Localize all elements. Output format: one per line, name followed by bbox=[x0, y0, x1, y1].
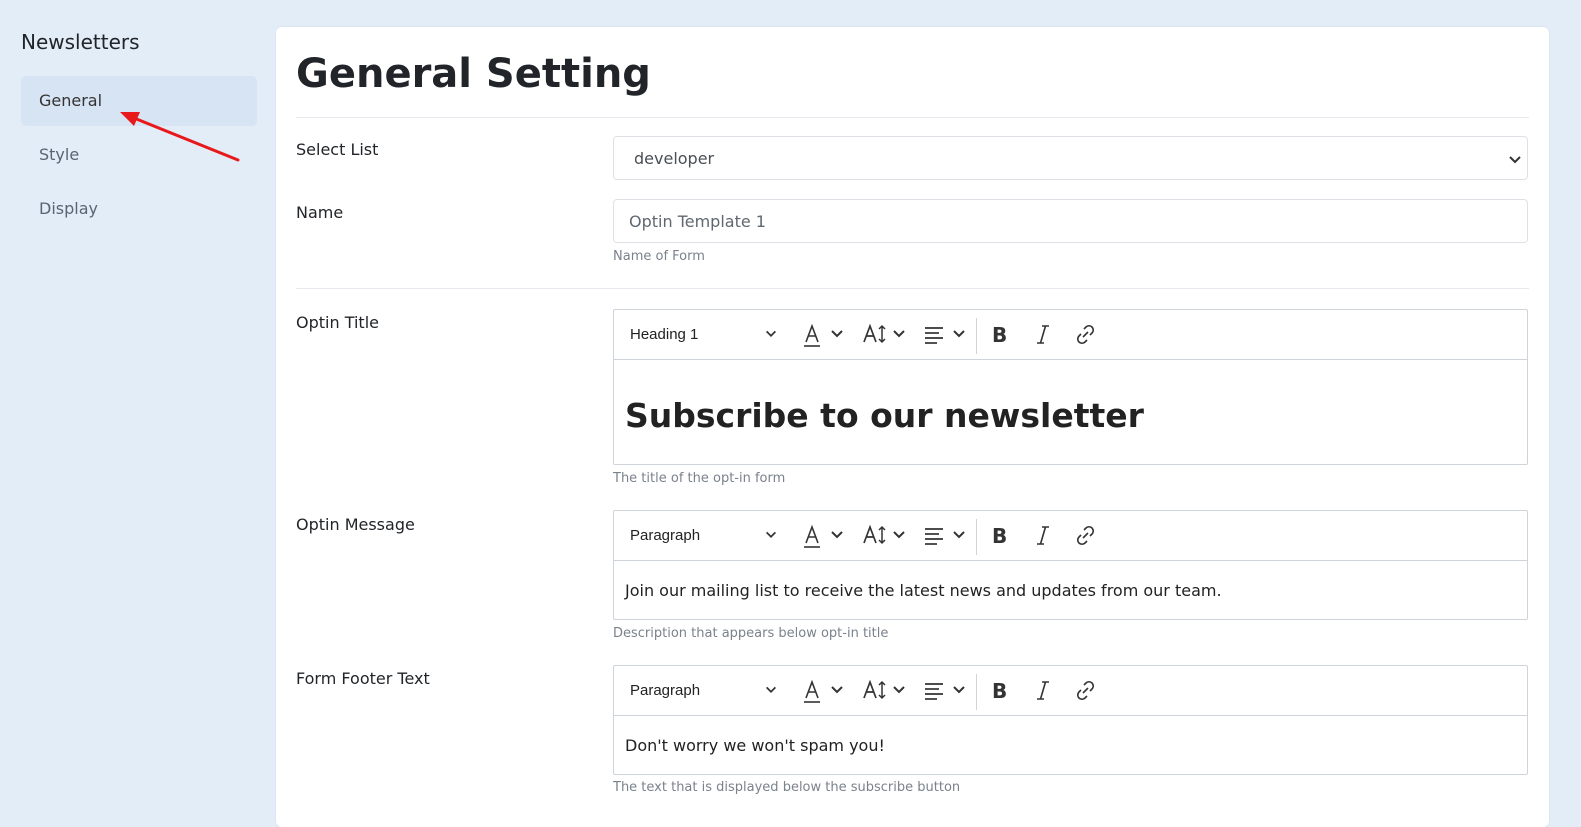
footer-text-help: The text that is displayed below the sub… bbox=[613, 780, 961, 795]
name-help: Name of Form bbox=[613, 249, 705, 264]
editor-toolbar: Paragraph B bbox=[614, 666, 1527, 716]
editor-content[interactable]: Join our mailing list to receive the lat… bbox=[614, 561, 1527, 619]
footer-text-label: Form Footer Text bbox=[296, 669, 430, 688]
sidebar-item-display[interactable]: Display bbox=[21, 184, 257, 234]
divider bbox=[296, 117, 1529, 118]
svg-text:B: B bbox=[992, 679, 1007, 703]
name-input-value: Optin Template 1 bbox=[629, 212, 766, 231]
font-size-icon[interactable] bbox=[862, 322, 912, 348]
align-icon[interactable] bbox=[923, 322, 971, 348]
optin-title-help: The title of the opt-in form bbox=[613, 471, 786, 486]
italic-icon[interactable] bbox=[1034, 678, 1052, 704]
footer-text-content: Don't worry we won't spam you! bbox=[625, 736, 885, 755]
sidebar: Newsletters General Style Display bbox=[21, 22, 257, 238]
select-list-dropdown[interactable]: developer bbox=[613, 136, 1528, 180]
editor-toolbar: Heading 1 B bbox=[614, 310, 1527, 360]
optin-message-editor: Paragraph B Join our mailing list to rec… bbox=[613, 510, 1528, 620]
bold-icon[interactable]: B bbox=[990, 523, 1012, 549]
optin-title-editor: Heading 1 B Subscribe to our newsletter bbox=[613, 309, 1528, 465]
font-color-icon[interactable] bbox=[802, 523, 850, 549]
optin-message-help: Description that appears below opt-in ti… bbox=[613, 626, 889, 641]
italic-icon[interactable] bbox=[1034, 322, 1052, 348]
editor-content[interactable]: Don't worry we won't spam you! bbox=[614, 716, 1527, 774]
sidebar-title: Newsletters bbox=[21, 30, 140, 54]
toolbar-separator bbox=[976, 519, 977, 555]
footer-text-editor: Paragraph B Don't worry we won't spam yo… bbox=[613, 665, 1528, 775]
format-select[interactable]: Paragraph bbox=[630, 527, 700, 544]
optin-title-content: Subscribe to our newsletter bbox=[625, 396, 1144, 435]
align-icon[interactable] bbox=[923, 523, 971, 549]
link-icon[interactable] bbox=[1074, 678, 1096, 704]
chevron-down-icon[interactable] bbox=[764, 528, 778, 542]
align-icon[interactable] bbox=[923, 678, 971, 704]
svg-text:B: B bbox=[992, 524, 1007, 548]
optin-message-content: Join our mailing list to receive the lat… bbox=[625, 581, 1222, 600]
select-list-value: developer bbox=[634, 149, 715, 168]
font-size-icon[interactable] bbox=[862, 678, 912, 704]
page-title: General Setting bbox=[296, 51, 651, 97]
font-color-icon[interactable] bbox=[802, 678, 850, 704]
toolbar-separator bbox=[976, 674, 977, 710]
divider bbox=[296, 288, 1529, 289]
font-color-icon[interactable] bbox=[802, 322, 850, 348]
name-label: Name bbox=[296, 203, 344, 222]
chevron-down-icon[interactable] bbox=[764, 683, 778, 697]
optin-title-label: Optin Title bbox=[296, 313, 379, 332]
format-select[interactable]: Paragraph bbox=[630, 682, 700, 699]
settings-card: General Setting Select List developer Na… bbox=[276, 27, 1549, 827]
link-icon[interactable] bbox=[1074, 523, 1096, 549]
editor-content[interactable]: Subscribe to our newsletter bbox=[614, 360, 1527, 464]
link-icon[interactable] bbox=[1074, 322, 1096, 348]
optin-message-label: Optin Message bbox=[296, 515, 415, 534]
editor-toolbar: Paragraph B bbox=[614, 511, 1527, 561]
bold-icon[interactable]: B bbox=[990, 678, 1012, 704]
name-input[interactable]: Optin Template 1 bbox=[613, 199, 1528, 243]
select-list-label: Select List bbox=[296, 140, 379, 159]
bold-icon[interactable]: B bbox=[990, 322, 1012, 348]
chevron-down-icon[interactable] bbox=[764, 327, 778, 341]
toolbar-separator bbox=[976, 318, 977, 354]
sidebar-item-style[interactable]: Style bbox=[21, 130, 257, 180]
format-select[interactable]: Heading 1 bbox=[630, 326, 698, 343]
chevron-down-icon bbox=[1509, 156, 1521, 164]
italic-icon[interactable] bbox=[1034, 523, 1052, 549]
sidebar-item-general[interactable]: General bbox=[21, 76, 257, 126]
svg-text:B: B bbox=[992, 323, 1007, 347]
font-size-icon[interactable] bbox=[862, 523, 912, 549]
